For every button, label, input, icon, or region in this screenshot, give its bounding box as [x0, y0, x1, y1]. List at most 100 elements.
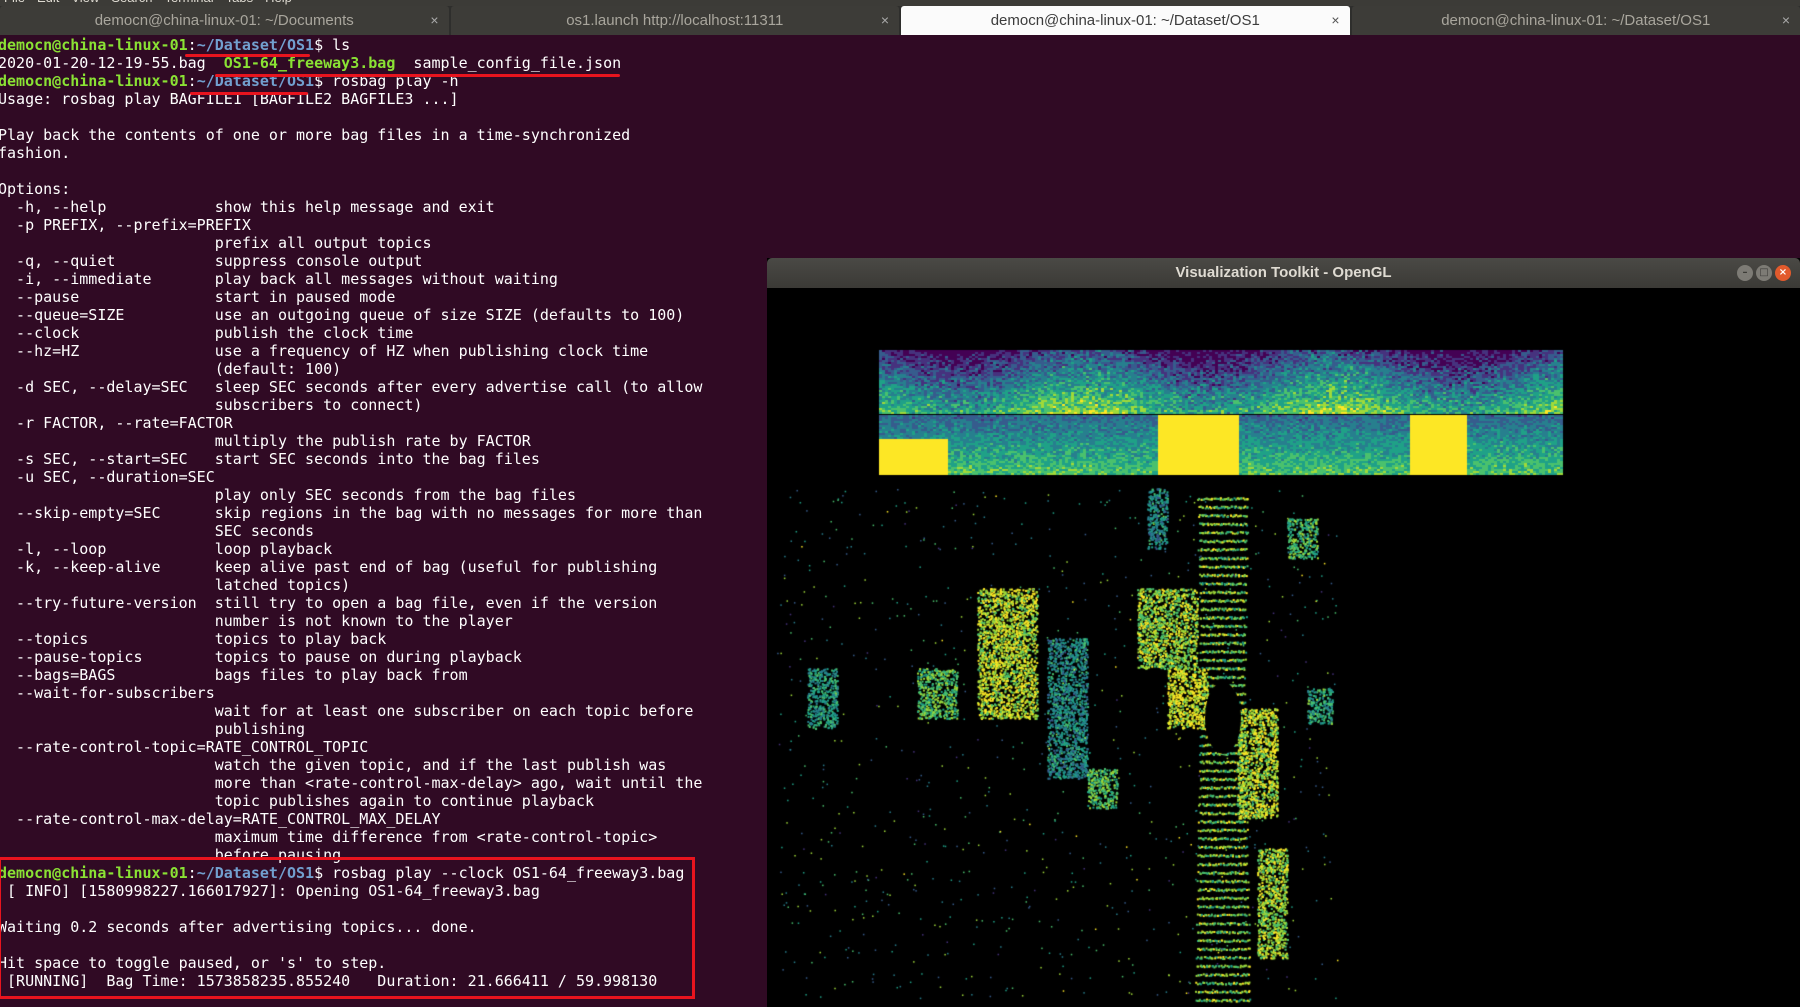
terminal-text-segment: -i, --immediate play back all messages w… [0, 270, 558, 288]
terminal-text-segment: -h, --help show this help message and ex… [0, 198, 495, 216]
terminal-line: (default: 100) [0, 360, 768, 378]
terminal-line: latched topics) [0, 576, 768, 594]
terminal-line: -s SEC, --start=SEC start SEC seconds in… [0, 450, 768, 468]
terminal-line: --queue=SIZE use an outgoing queue of si… [0, 306, 768, 324]
terminal-tab-bar: democn@china-linux-01: ~/Documents × os1… [0, 6, 1800, 35]
terminal-text-segment: wait for at least one subscriber on each… [0, 702, 694, 720]
terminal-text-segment: prefix all output topics [0, 234, 432, 252]
terminal-line: democn@china-linux-01:~/Dataset/OS1$ ls [0, 36, 768, 54]
maximize-icon[interactable]: □ [1756, 265, 1772, 281]
terminal-line: Play back the contents of one or more ba… [0, 126, 768, 144]
tab-close-icon[interactable]: × [1331, 12, 1339, 28]
terminal-line: maximum time difference from <rate-contr… [0, 828, 768, 846]
terminal-line: --hz=HZ use a frequency of HZ when publi… [0, 342, 768, 360]
terminal-line: 2020-01-20-12-19-55.bag OS1-64_freeway3.… [0, 54, 768, 72]
tab-documents[interactable]: democn@china-linux-01: ~/Documents × [0, 6, 449, 35]
terminal-line: --clock publish the clock time [0, 324, 768, 342]
terminal-line: watch the given topic, and if the last p… [0, 756, 768, 774]
terminal-text-segment: multiply the publish rate by FACTOR [0, 432, 531, 450]
terminal-line: Options: [0, 180, 768, 198]
terminal-line: -u SEC, --duration=SEC [0, 468, 768, 486]
terminal-text-segment: --queue=SIZE use an outgoing queue of si… [0, 306, 685, 324]
tab-close-icon[interactable]: × [881, 12, 889, 28]
annotation-box-rosbag-play [0, 857, 695, 999]
terminal-text-segment: --pause start in paused mode [0, 288, 396, 306]
terminal-text-segment: --hz=HZ use a frequency of HZ when publi… [0, 342, 649, 360]
terminal-line: --bags=BAGS bags files to play back from [0, 666, 768, 684]
terminal-line: -r FACTOR, --rate=FACTOR [0, 414, 768, 432]
tab-title: democn@china-linux-01: ~/Documents [94, 12, 354, 29]
terminal-line: -l, --loop loop playback [0, 540, 768, 558]
tab-roslaunch[interactable]: os1.launch http://localhost:11311 × [450, 6, 899, 35]
annotation-underline-path [185, 54, 310, 57]
menu-item-tabs[interactable]: Tabs [226, 0, 253, 5]
prompt-user-host: democn@china-linux-01 [0, 36, 188, 54]
terminal-text-segment: --clock publish the clock time [0, 324, 414, 342]
terminal-line: -p PREFIX, --prefix=PREFIX [0, 216, 768, 234]
menu-item-help[interactable]: Help [265, 0, 292, 5]
terminal-line: play only SEC seconds from the bag files [0, 486, 768, 504]
terminal-line: fashion. [0, 144, 768, 162]
terminal-text-segment: --bags=BAGS bags files to play back from [0, 666, 468, 684]
terminal-text: democn@china-linux-01:~/Dataset/OS1$ ls 2… [0, 35, 768, 990]
vtk-opengl-window[interactable]: Visualization Toolkit - OpenGL – □ × [767, 258, 1800, 1007]
terminal-text-segment: --wait-for-subscribers [0, 684, 215, 702]
terminal-text-segment: Options: [0, 180, 71, 198]
terminal-text-segment: fashion. [0, 144, 71, 162]
terminal-line: -q, --quiet suppress console output [0, 252, 768, 270]
terminal-text-segment: --topics topics to play back [0, 630, 387, 648]
terminal-text-segment: --try-future-version still try to open a… [0, 594, 658, 612]
terminal-text-segment: $ ls [314, 36, 351, 54]
terminal-text-segment: --rate-control-max-delay=RATE_CONTROL_MA… [0, 810, 441, 828]
terminal-line: subscribers to connect) [0, 396, 768, 414]
terminal-text-segment: publishing [0, 720, 306, 738]
terminal-text-segment: -q, --quiet suppress console output [0, 252, 423, 270]
terminal-text-segment: : [187, 36, 197, 54]
terminal-line: --pause start in paused mode [0, 288, 768, 306]
desktop: File Edit View Search Terminal Tabs Help democ… [0, 0, 1800, 1007]
terminal-text-segment: topic publishes again to continue playba… [0, 792, 595, 810]
tab-dataset-os1-active[interactable]: democn@china-linux-01: ~/Dataset/OS1 × [901, 6, 1350, 35]
menu-item-terminal[interactable]: Terminal [165, 0, 214, 5]
terminal-text-segment: sample_config_file.json [395, 54, 622, 72]
terminal-line: wait for at least one subscriber on each… [0, 702, 768, 720]
menu-item-view[interactable]: View [71, 0, 99, 5]
terminal-line: --try-future-version still try to open a… [0, 594, 768, 612]
terminal-text-segment: watch the given topic, and if the last p… [0, 756, 667, 774]
terminal-text-segment: -u SEC, --duration=SEC [0, 468, 215, 486]
menu-item-edit[interactable]: Edit [37, 0, 59, 5]
terminal-text-segment: SEC seconds [0, 522, 315, 540]
tab-close-icon[interactable]: × [430, 12, 438, 28]
terminal-text-segment: more than <rate-control-max-delay> ago, … [0, 774, 703, 792]
terminal-text-segment: -s SEC, --start=SEC start SEC seconds in… [0, 450, 540, 468]
prompt-user-host: democn@china-linux-01 [0, 72, 188, 90]
terminal-text-segment: -r FACTOR, --rate=FACTOR [0, 414, 233, 432]
minimize-icon[interactable]: – [1737, 265, 1753, 281]
terminal-line: prefix all output topics [0, 234, 768, 252]
terminal-line: topic publishes again to continue playba… [0, 792, 768, 810]
terminal-text-segment: -d SEC, --delay=SEC sleep SEC seconds af… [0, 378, 703, 396]
point-cloud-render[interactable] [767, 288, 1800, 1007]
terminal-text-segment: (default: 100) [0, 360, 342, 378]
tab-close-icon[interactable]: × [1782, 12, 1790, 28]
terminal-line: SEC seconds [0, 522, 768, 540]
terminal-text-segment: --pause-topics topics to pause on during… [0, 648, 522, 666]
tab-dataset-os1[interactable]: democn@china-linux-01: ~/Dataset/OS1 × [1351, 6, 1800, 35]
annotation-underline-path [190, 92, 308, 95]
terminal-text-segment: number is not known to the player [0, 612, 513, 630]
tab-title: democn@china-linux-01: ~/Dataset/OS1 [990, 12, 1260, 29]
terminal-line: multiply the publish rate by FACTOR [0, 432, 768, 450]
terminal-text-segment: --skip-empty=SEC skip regions in the bag… [0, 504, 703, 522]
terminal-text-segment: : [187, 72, 197, 90]
terminal-line: Usage: rosbag play BAGFILE1 [BAGFILE2 BA… [0, 90, 768, 108]
terminal-line: --rate-control-max-delay=RATE_CONTROL_MA… [0, 810, 768, 828]
terminal-text-segment: Play back the contents of one or more ba… [0, 126, 631, 144]
menu-item-search[interactable]: Search [111, 0, 152, 5]
terminal-line: -k, --keep-alive keep alive past end of … [0, 558, 768, 576]
menu-item-file[interactable]: File [4, 0, 25, 5]
annotation-underline-files [215, 74, 620, 77]
terminal-text-segment: -l, --loop loop playback [0, 540, 333, 558]
prompt-path: ~/Dataset/OS1 [196, 36, 315, 54]
close-icon[interactable]: × [1775, 265, 1791, 281]
